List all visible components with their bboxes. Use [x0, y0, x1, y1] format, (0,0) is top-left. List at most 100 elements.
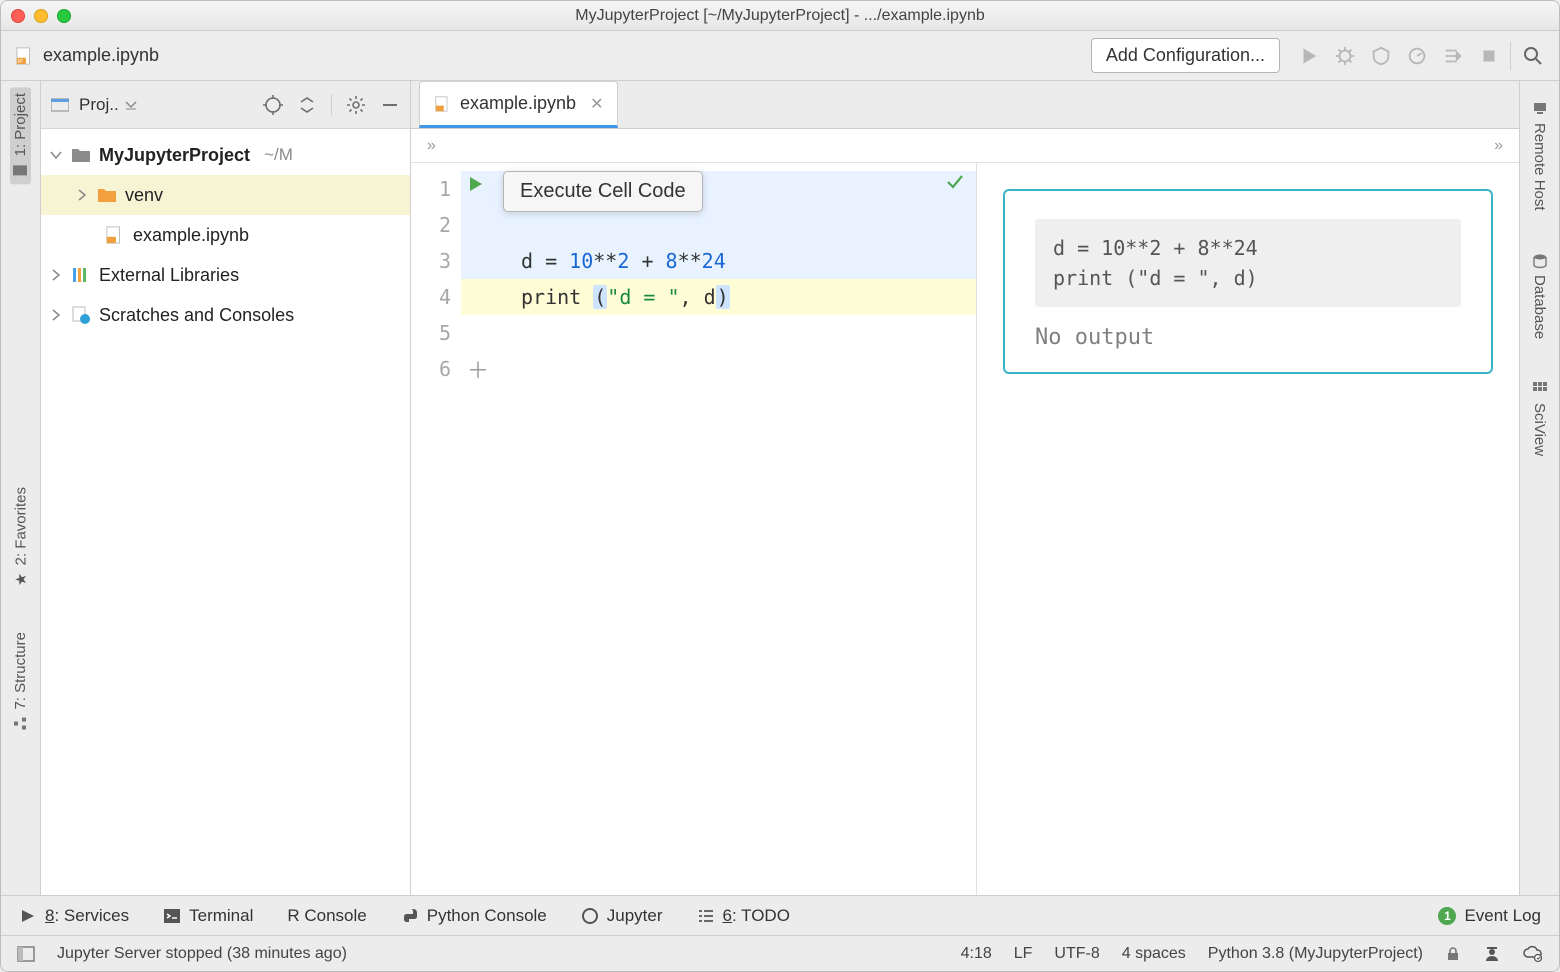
locate-icon[interactable]	[263, 95, 283, 115]
expand-all-icon[interactable]	[297, 95, 317, 115]
ipynb-file-icon	[434, 96, 452, 112]
gear-icon[interactable]	[346, 95, 366, 115]
gutter-line: 4	[411, 279, 451, 315]
project-tool-window: Proj.. MyJupyterProject ~/M	[41, 81, 411, 895]
editor-area: example.ipynb ✕ » » 1 2 3 4 5 6	[411, 81, 1519, 895]
profile-icon[interactable]	[1406, 45, 1428, 67]
project-view-selector[interactable]: Proj..	[79, 95, 137, 115]
tree-external-label: External Libraries	[99, 265, 239, 286]
tree-scratches-label: Scratches and Consoles	[99, 305, 294, 326]
bottom-tab-jupyter[interactable]: Jupyter	[581, 906, 663, 926]
inspection-ok-icon	[946, 173, 964, 191]
attach-icon[interactable]	[1442, 45, 1464, 67]
bottom-tab-todo[interactable]: 6: TODO	[697, 906, 790, 926]
tree-file-label: example.ipynb	[133, 225, 249, 246]
bottom-tab-terminal-label: Terminal	[189, 906, 253, 926]
code-line-6[interactable]	[461, 351, 976, 387]
breadcrumbs: » »	[411, 129, 1519, 163]
gutter-line: 1	[411, 171, 451, 207]
bottom-tab-r-console[interactable]: R Console	[287, 906, 366, 926]
code-line-4[interactable]: print ("d = ", d)	[461, 279, 976, 315]
debug-icon[interactable]	[1334, 45, 1356, 67]
preview-no-output: No output	[1035, 325, 1461, 350]
tree-root-path: ~/M	[264, 145, 293, 165]
chevron-right-icon	[49, 268, 63, 282]
event-log-label: Event Log	[1464, 906, 1541, 926]
deployment-icon[interactable]	[1523, 945, 1543, 963]
tree-venv-label: venv	[125, 185, 163, 206]
ipynb-file-icon: IP	[15, 47, 35, 65]
breadcrumb-left[interactable]: »	[427, 137, 436, 155]
left-tab-structure-label: 7: Structure	[12, 632, 29, 710]
close-tab-icon[interactable]: ✕	[590, 94, 603, 114]
left-tab-favorites[interactable]: ★ 2: Favorites	[12, 481, 30, 595]
tree-file-example[interactable]: example.ipynb	[41, 215, 410, 255]
bottom-tab-terminal[interactable]: Terminal	[163, 906, 253, 926]
gutter-line: 5	[411, 315, 451, 351]
add-cell-icon[interactable]: ＋	[467, 353, 489, 385]
main-body: 1: Project ★ 2: Favorites 7: Structure P…	[1, 81, 1559, 895]
status-indent[interactable]: 4 spaces	[1122, 945, 1186, 963]
right-tab-sciview-label: SciView	[1531, 403, 1548, 456]
stop-icon[interactable]	[1478, 45, 1500, 67]
project-tree[interactable]: MyJupyterProject ~/M venv example.ipynb …	[41, 129, 410, 895]
event-log-button[interactable]: 1 Event Log	[1438, 906, 1541, 926]
left-tab-structure[interactable]: 7: Structure	[12, 626, 29, 738]
chevron-right-icon	[75, 188, 89, 202]
folder-icon	[71, 146, 91, 164]
scratches-icon	[71, 306, 91, 324]
search-everywhere-button[interactable]	[1521, 44, 1545, 68]
status-bar: Jupyter Server stopped (38 minutes ago) …	[1, 935, 1559, 971]
code-line-5[interactable]	[461, 315, 976, 351]
left-tab-favorites-label: 2: Favorites	[12, 487, 29, 565]
add-configuration-button[interactable]: Add Configuration...	[1091, 38, 1280, 73]
right-tab-remote-host-label: Remote Host	[1531, 123, 1548, 211]
event-log-badge: 1	[1438, 907, 1456, 925]
editor-tab-example[interactable]: example.ipynb ✕	[419, 81, 618, 128]
tool-window-toggle-icon[interactable]	[17, 946, 35, 962]
bottom-tab-python-console[interactable]: Python Console	[401, 906, 547, 926]
run-cell-gutter-icon[interactable]: Execute Cell Code	[467, 175, 485, 193]
lock-icon[interactable]	[1445, 946, 1461, 962]
ide-icon[interactable]	[1483, 945, 1501, 963]
code-editor[interactable]: 1 2 3 4 5 6 Execute Cell Code	[411, 163, 976, 895]
hide-icon[interactable]	[380, 95, 400, 115]
coverage-icon[interactable]	[1370, 45, 1392, 67]
tree-scratches[interactable]: Scratches and Consoles	[41, 295, 410, 335]
status-interpreter[interactable]: Python 3.8 (MyJupyterProject)	[1208, 945, 1423, 963]
right-tab-sciview[interactable]: SciView	[1531, 375, 1548, 462]
breadcrumb-right[interactable]: »	[1494, 137, 1503, 155]
window-close-button[interactable]	[11, 9, 25, 23]
status-encoding[interactable]: UTF-8	[1054, 945, 1099, 963]
status-line-separator[interactable]: LF	[1014, 945, 1033, 963]
bottom-tab-services[interactable]: 8: 8: ServicesServices	[19, 906, 129, 926]
bottom-tab-python-console-label: Python Console	[427, 906, 547, 926]
right-tab-database-label: Database	[1531, 275, 1548, 339]
chevron-down-icon	[125, 100, 137, 110]
code-line-3[interactable]: d = 10**2 + 8**24	[461, 243, 976, 279]
right-tab-database[interactable]: Database	[1531, 247, 1548, 345]
bottom-tool-strip: 8: 8: ServicesServices Terminal R Consol…	[1, 895, 1559, 935]
code-lines[interactable]: Execute Cell Code d = 10**2 + 8**24 prin…	[461, 163, 976, 895]
status-caret-position[interactable]: 4:18	[961, 945, 992, 963]
toolbar-separator	[1510, 42, 1511, 70]
preview-cell[interactable]: d = 10**2 + 8**24 print ("d = ", d) No o…	[1003, 189, 1493, 374]
gutter-line: 3	[411, 243, 451, 279]
left-tool-strip: 1: Project ★ 2: Favorites 7: Structure	[1, 81, 41, 895]
traffic-lights	[11, 9, 71, 23]
run-icon[interactable]	[1298, 45, 1320, 67]
gutter-line: 2	[411, 207, 451, 243]
window-title: MyJupyterProject [~/MyJupyterProject] - …	[1, 7, 1559, 25]
code-line-2[interactable]	[461, 207, 976, 243]
tree-root[interactable]: MyJupyterProject ~/M	[41, 135, 410, 175]
nav-file[interactable]: IP example.ipynb	[15, 45, 159, 66]
editor-tabs: example.ipynb ✕	[411, 81, 1519, 129]
window-maximize-button[interactable]	[57, 9, 71, 23]
window-minimize-button[interactable]	[34, 9, 48, 23]
folder-icon	[97, 186, 117, 204]
line-gutter: 1 2 3 4 5 6	[411, 163, 461, 895]
right-tab-remote-host[interactable]: Remote Host	[1531, 95, 1548, 217]
tree-external-libs[interactable]: External Libraries	[41, 255, 410, 295]
tree-venv[interactable]: venv	[41, 175, 410, 215]
left-tab-project[interactable]: 1: Project	[10, 87, 31, 184]
